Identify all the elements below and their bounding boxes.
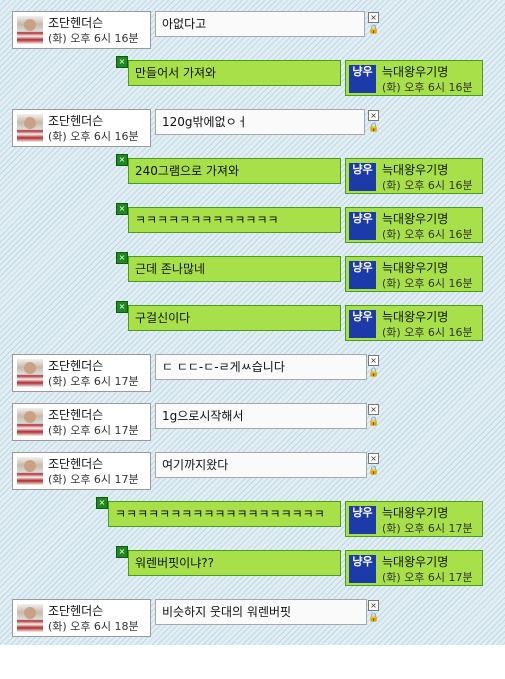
lock-icon[interactable]: 🔒 xyxy=(368,467,379,476)
sender-card[interactable]: 조단헨더슨 (화) 오후 6시 17분 xyxy=(12,452,151,490)
sender-name: 늑대왕우기명 xyxy=(382,65,449,79)
avatar[interactable] xyxy=(17,16,43,44)
message-bubble: 여기까지왔다 xyxy=(155,452,367,478)
close-icon[interactable]: × xyxy=(368,600,379,611)
message-timestamp: (화) 오후 6시 16분 xyxy=(48,32,139,45)
avatar[interactable]: 냥우 xyxy=(349,212,376,240)
close-icon[interactable]: × xyxy=(96,497,108,509)
sender-card[interactable]: 조단헨더슨 (화) 오후 6시 16분 xyxy=(12,11,151,49)
sender-name: 늑대왕우기명 xyxy=(382,310,449,324)
message-timestamp: (화) 오후 6시 16분 xyxy=(382,228,473,241)
message-timestamp: (화) 오후 6시 17분 xyxy=(48,375,139,388)
message-bubble: 아없다고 xyxy=(155,11,365,37)
close-icon[interactable]: × xyxy=(116,546,128,558)
avatar[interactable] xyxy=(17,604,43,632)
sender-card[interactable]: 냥우 늑대왕우기명 (화) 오후 6시 16분 xyxy=(345,207,483,243)
avatar[interactable] xyxy=(17,114,43,142)
sender-name: 늑대왕우기명 xyxy=(382,163,449,177)
message-timestamp: (화) 오후 6시 17분 xyxy=(382,522,473,535)
message-bubble: 만들어서 가져와 xyxy=(128,60,341,86)
avatar[interactable] xyxy=(17,408,43,436)
sender-name: 조단헨더슨 xyxy=(48,457,104,471)
sender-card[interactable]: 조단헨더슨 (화) 오후 6시 17분 xyxy=(12,403,151,441)
sender-card[interactable]: 조단헨더슨 (화) 오후 6시 17분 xyxy=(12,354,151,392)
chat-message-row: 조단헨더슨 (화) 오후 6시 18분 비슷하지 웃대의 워렌버핏 × 🔒 xyxy=(0,598,505,642)
chat-message-row: × 워렌버핏이냐?? 냥우 늑대왕우기명 (화) 오후 6시 17분 xyxy=(0,546,505,593)
sender-name: 늑대왕우기명 xyxy=(382,506,449,520)
message-bubble: ㅋㅋㅋㅋㅋㅋㅋㅋㅋㅋㅋㅋㅋ xyxy=(128,207,341,233)
close-icon[interactable]: × xyxy=(368,110,379,121)
message-timestamp: (화) 오후 6시 17분 xyxy=(382,571,473,584)
message-bubble: 240그램으로 가져와 xyxy=(128,158,341,184)
chat-message-row: 조단헨더슨 (화) 오후 6시 16분 아없다고 × 🔒 xyxy=(0,10,505,54)
avatar[interactable]: 냥우 xyxy=(349,310,376,338)
sender-name: 조단헨더슨 xyxy=(48,16,104,30)
avatar[interactable]: 냥우 xyxy=(349,555,376,583)
close-icon[interactable]: × xyxy=(368,12,379,23)
sender-name: 늑대왕우기명 xyxy=(382,261,449,275)
chat-message-row: × 만들어서 가져와 냥우 늑대왕우기명 (화) 오후 6시 16분 xyxy=(0,56,505,103)
message-timestamp: (화) 오후 6시 17분 xyxy=(48,424,139,437)
chat-message-row: 조단헨더슨 (화) 오후 6시 17분 여기까지왔다 × 🔒 xyxy=(0,451,505,495)
message-timestamp: (화) 오후 6시 16분 xyxy=(48,130,139,143)
message-timestamp: (화) 오후 6시 16분 xyxy=(382,277,473,290)
close-icon[interactable]: × xyxy=(116,252,128,264)
message-timestamp: (화) 오후 6시 16분 xyxy=(382,81,473,94)
sender-name: 조단헨더슨 xyxy=(48,408,104,422)
lock-icon[interactable]: 🔒 xyxy=(368,418,379,427)
close-icon[interactable]: × xyxy=(368,453,379,464)
message-bubble: 워렌버핏이냐?? xyxy=(128,550,341,576)
message-bubble: 1g으로시작해서 xyxy=(155,403,367,429)
sender-card[interactable]: 냥우 늑대왕우기명 (화) 오후 6시 17분 xyxy=(345,550,483,586)
chat-message-row: 조단헨더슨 (화) 오후 6시 16분 120g밖에없ㅇㅓ × 🔒 xyxy=(0,108,505,152)
sender-card[interactable]: 조단헨더슨 (화) 오후 6시 16분 xyxy=(12,109,151,147)
message-bubble: 비슷하지 웃대의 워렌버핏 xyxy=(155,599,367,625)
message-timestamp: (화) 오후 6시 16분 xyxy=(382,326,473,339)
sender-name: 조단헨더슨 xyxy=(48,359,104,373)
sender-card[interactable]: 냥우 늑대왕우기명 (화) 오후 6시 16분 xyxy=(345,60,483,96)
sender-card[interactable]: 냥우 늑대왕우기명 (화) 오후 6시 16분 xyxy=(345,256,483,292)
message-timestamp: (화) 오후 6시 18분 xyxy=(48,620,139,633)
close-icon[interactable]: × xyxy=(116,154,128,166)
lock-icon[interactable]: 🔒 xyxy=(368,614,379,623)
sender-card[interactable]: 냥우 늑대왕우기명 (화) 오후 6시 16분 xyxy=(345,305,483,341)
chat-message-row: × ㅋㅋㅋㅋㅋㅋㅋㅋㅋㅋㅋㅋㅋㅋㅋㅋㅋㅋㅋ 냥우 늑대왕우기명 (화) 오후 6시 17… xyxy=(0,497,505,544)
close-icon[interactable]: × xyxy=(116,56,128,68)
lock-icon[interactable]: 🔒 xyxy=(368,124,379,133)
lock-icon[interactable]: 🔒 xyxy=(368,26,379,35)
close-icon[interactable]: × xyxy=(368,404,379,415)
chat-message-row: × ㅋㅋㅋㅋㅋㅋㅋㅋㅋㅋㅋㅋㅋ 냥우 늑대왕우기명 (화) 오후 6시 16분 xyxy=(0,203,505,250)
sender-card[interactable]: 냥우 늑대왕우기명 (화) 오후 6시 17분 xyxy=(345,501,483,537)
lock-icon[interactable]: 🔒 xyxy=(368,369,379,378)
sender-name: 조단헨더슨 xyxy=(48,604,104,618)
message-bubble: 근데 존나많네 xyxy=(128,256,341,282)
chat-message-row: 조단헨더슨 (화) 오후 6시 17분 ㄷ ㄷㄷ-ㄷ-ㄹ게ㅆ습니다 × 🔒 xyxy=(0,353,505,397)
sender-name: 늑대왕우기명 xyxy=(382,212,449,226)
message-timestamp: (화) 오후 6시 16분 xyxy=(382,179,473,192)
sender-card[interactable]: 조단헨더슨 (화) 오후 6시 18분 xyxy=(12,599,151,637)
chat-log[interactable]: 조단헨더슨 (화) 오후 6시 16분 아없다고 × 🔒 × 만들어서 가져와 냥우 늑대왕우기… xyxy=(0,0,505,645)
avatar[interactable] xyxy=(17,457,43,485)
chat-message-row: 조단헨더슨 (화) 오후 6시 17분 1g으로시작해서 × 🔒 xyxy=(0,402,505,446)
close-icon[interactable]: × xyxy=(116,301,128,313)
sender-name: 조단헨더슨 xyxy=(48,114,104,128)
chat-message-row: × 근데 존나많네 냥우 늑대왕우기명 (화) 오후 6시 16분 xyxy=(0,252,505,299)
close-icon[interactable]: × xyxy=(368,355,379,366)
message-bubble: 구걸신이다 xyxy=(128,305,341,331)
message-timestamp: (화) 오후 6시 17분 xyxy=(48,473,139,486)
message-bubble: 120g밖에없ㅇㅓ xyxy=(155,109,365,135)
avatar[interactable]: 냥우 xyxy=(349,506,376,534)
close-icon[interactable]: × xyxy=(116,203,128,215)
sender-name: 늑대왕우기명 xyxy=(382,555,449,569)
avatar[interactable] xyxy=(17,359,43,387)
sender-card[interactable]: 냥우 늑대왕우기명 (화) 오후 6시 16분 xyxy=(345,158,483,194)
avatar[interactable]: 냥우 xyxy=(349,65,376,93)
avatar[interactable]: 냥우 xyxy=(349,261,376,289)
avatar[interactable]: 냥우 xyxy=(349,163,376,191)
message-bubble: ㄷ ㄷㄷ-ㄷ-ㄹ게ㅆ습니다 xyxy=(155,354,367,380)
message-bubble: ㅋㅋㅋㅋㅋㅋㅋㅋㅋㅋㅋㅋㅋㅋㅋㅋㅋㅋㅋ xyxy=(108,501,341,527)
chat-message-row: × 구걸신이다 냥우 늑대왕우기명 (화) 오후 6시 16분 xyxy=(0,301,505,348)
chat-message-row: × 240그램으로 가져와 냥우 늑대왕우기명 (화) 오후 6시 16분 xyxy=(0,154,505,201)
